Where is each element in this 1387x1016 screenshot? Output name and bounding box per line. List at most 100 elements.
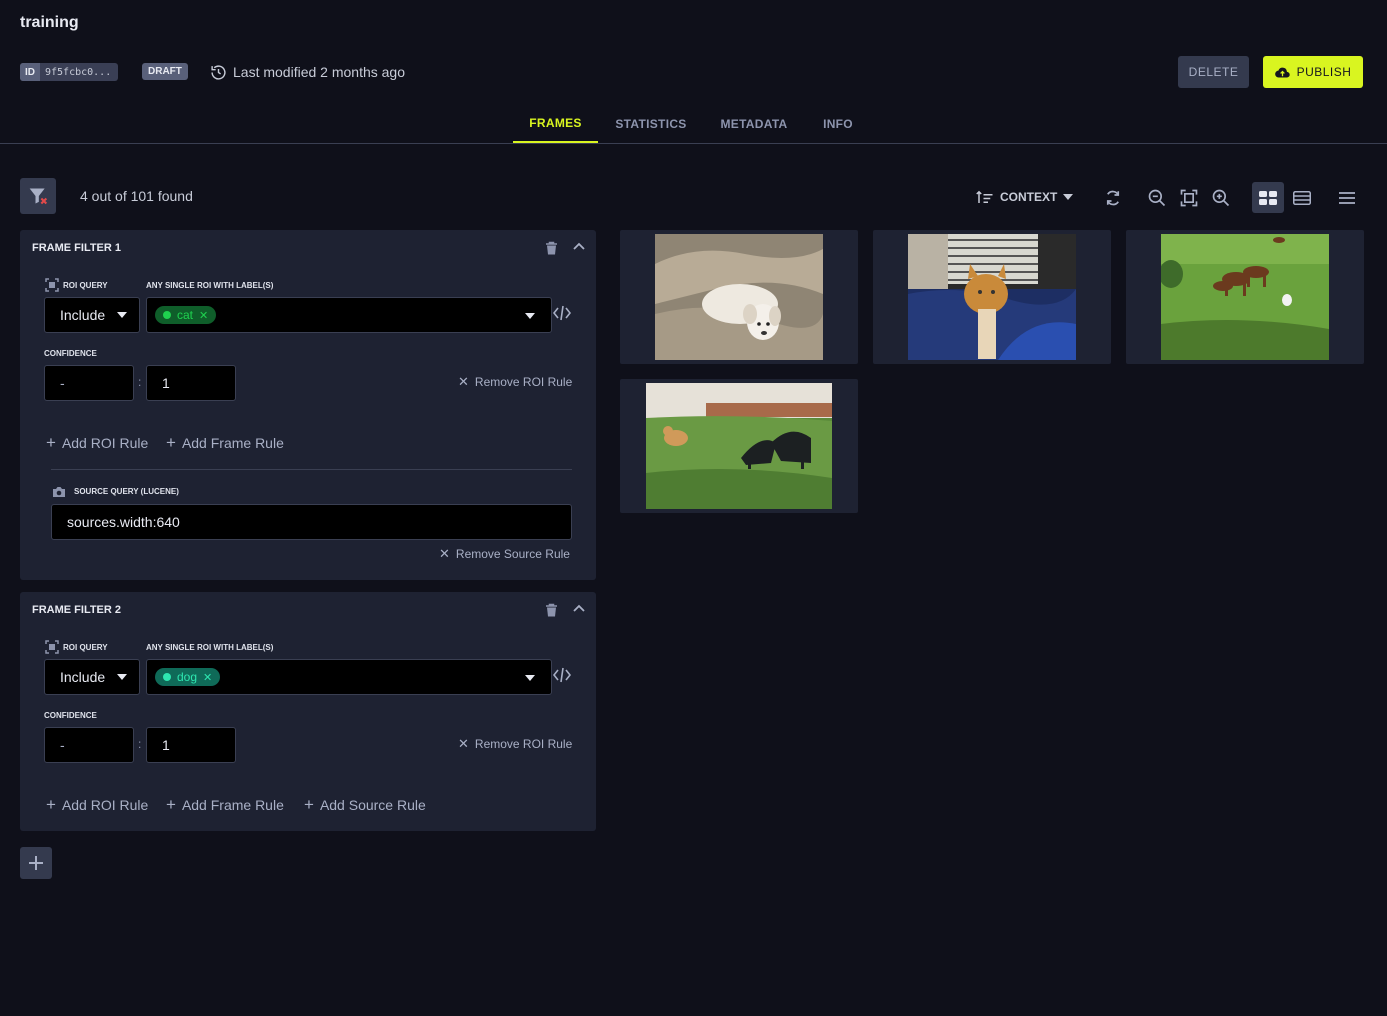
remove-roi-button[interactable]: ✕ Remove ROI Rule bbox=[458, 374, 572, 390]
frame-filter-2: FRAME FILTER 2 ROI QUERY ANY SINGLE ROI … bbox=[20, 592, 596, 831]
thumbnail-2[interactable] bbox=[873, 230, 1111, 364]
zoom-out-icon bbox=[1148, 189, 1166, 207]
include-select[interactable]: Include bbox=[44, 297, 140, 333]
caret-down-icon bbox=[117, 674, 128, 680]
confidence-min-input[interactable]: - bbox=[44, 365, 134, 401]
caret-down-icon bbox=[525, 313, 535, 319]
roi-query-label: ROI QUERY bbox=[63, 643, 108, 652]
tab-metadata[interactable]: METADATA bbox=[715, 104, 793, 144]
plus-icon: + bbox=[46, 433, 56, 452]
frame-filter-1: FRAME FILTER 1 ROI QUERY ANY SINGLE ROI … bbox=[20, 230, 596, 580]
confidence-max-input[interactable]: 1 bbox=[146, 365, 236, 401]
label-chip-dog[interactable]: dog ✕ bbox=[155, 668, 221, 686]
label-select[interactable]: cat ✕ bbox=[146, 297, 552, 333]
chip-remove-icon[interactable]: ✕ bbox=[203, 671, 212, 684]
roi-query-icon bbox=[45, 278, 59, 292]
include-value: Include bbox=[60, 669, 106, 685]
range-separator: : bbox=[138, 737, 142, 751]
confidence-min-input[interactable]: - bbox=[44, 727, 134, 763]
divider bbox=[51, 469, 572, 470]
refresh-icon bbox=[1106, 190, 1120, 206]
camera-icon bbox=[53, 487, 65, 497]
tab-frames[interactable]: FRAMES bbox=[513, 104, 598, 144]
include-value: Include bbox=[60, 307, 106, 323]
trash-icon[interactable] bbox=[545, 603, 558, 617]
confidence-label: CONFIDENCE bbox=[44, 711, 97, 720]
image-horses bbox=[1161, 234, 1329, 360]
add-frame-label: Add Frame Rule bbox=[181, 435, 284, 451]
tabs-divider bbox=[0, 143, 1387, 144]
thumbnail-4[interactable] bbox=[620, 379, 858, 513]
chip-label: dog bbox=[177, 670, 198, 684]
id-value: 9f5fcbc0... bbox=[45, 66, 112, 78]
plus-icon: + bbox=[304, 795, 314, 814]
delete-button[interactable]: DELETE bbox=[1178, 56, 1249, 88]
filter-clear-icon bbox=[29, 188, 48, 205]
list-view-icon bbox=[1339, 192, 1355, 204]
page-title: training bbox=[20, 14, 79, 31]
chevron-up-icon[interactable] bbox=[573, 242, 585, 250]
add-roi-label: Add ROI Rule bbox=[61, 797, 149, 813]
id-label: ID bbox=[20, 63, 40, 81]
plus-icon bbox=[29, 856, 43, 870]
range-separator: : bbox=[138, 375, 142, 389]
add-frame-rule-button[interactable]: + Add Frame Rule bbox=[166, 795, 284, 815]
table-view-button[interactable] bbox=[1287, 184, 1317, 212]
include-select[interactable]: Include bbox=[44, 659, 140, 695]
add-source-rule-button[interactable]: + Add Source Rule bbox=[304, 795, 426, 815]
zoom-in-button[interactable] bbox=[1206, 184, 1236, 212]
refresh-button[interactable] bbox=[1098, 184, 1128, 212]
remove-source-button[interactable]: ✕ Remove Source Rule bbox=[439, 546, 570, 562]
confidence-max-input[interactable]: 1 bbox=[146, 727, 236, 763]
plus-icon: + bbox=[166, 795, 176, 814]
add-roi-rule-button[interactable]: + Add ROI Rule bbox=[46, 433, 148, 453]
table-view-icon bbox=[1293, 191, 1311, 205]
trash-icon[interactable] bbox=[545, 241, 558, 255]
add-roi-rule-button[interactable]: + Add ROI Rule bbox=[46, 795, 148, 815]
remove-roi-label: Remove ROI Rule bbox=[474, 737, 573, 751]
chip-remove-icon[interactable]: ✕ bbox=[199, 309, 208, 322]
close-icon: ✕ bbox=[439, 546, 450, 561]
last-modified-text: Last modified 2 months ago bbox=[233, 64, 405, 80]
label-chip-cat[interactable]: cat ✕ bbox=[155, 306, 217, 324]
caret-down-icon bbox=[525, 675, 535, 681]
thumbnail-3[interactable] bbox=[1126, 230, 1364, 364]
caret-down-icon bbox=[117, 312, 128, 318]
code-icon[interactable] bbox=[553, 305, 571, 321]
close-icon: ✕ bbox=[458, 736, 469, 751]
close-icon: ✕ bbox=[458, 374, 469, 389]
add-roi-label: Add ROI Rule bbox=[61, 435, 149, 451]
filter-title: FRAME FILTER 2 bbox=[32, 604, 122, 616]
chip-label: cat bbox=[177, 308, 194, 322]
sort-icon bbox=[976, 190, 993, 203]
chip-dot bbox=[163, 673, 171, 681]
remove-roi-button[interactable]: ✕ Remove ROI Rule bbox=[458, 736, 572, 752]
labels-label: ANY SINGLE ROI WITH LABEL(S) bbox=[146, 643, 274, 652]
label-select[interactable]: dog ✕ bbox=[146, 659, 552, 695]
chevron-up-icon[interactable] bbox=[573, 604, 585, 612]
remove-roi-label: Remove ROI Rule bbox=[474, 375, 573, 389]
list-view-button[interactable] bbox=[1332, 184, 1362, 212]
thumbnail-1[interactable] bbox=[620, 230, 858, 364]
add-frame-rule-button[interactable]: + Add Frame Rule bbox=[166, 433, 284, 453]
zoom-out-button[interactable] bbox=[1142, 184, 1172, 212]
cloud-upload-icon bbox=[1274, 67, 1290, 78]
id-badge[interactable]: ID 9f5fcbc0... bbox=[20, 63, 118, 81]
caret-down-icon bbox=[1063, 194, 1074, 200]
history-icon bbox=[211, 64, 226, 80]
grid-view-button[interactable] bbox=[1252, 182, 1284, 213]
add-filter-button[interactable] bbox=[20, 847, 52, 879]
clear-filter-button[interactable] bbox=[20, 178, 56, 214]
remove-source-label: Remove Source Rule bbox=[455, 547, 570, 561]
code-icon[interactable] bbox=[553, 667, 571, 683]
sort-dropdown[interactable]: CONTEXT bbox=[976, 186, 1074, 208]
publish-button[interactable]: PUBLISH bbox=[1263, 56, 1363, 88]
roi-query-icon bbox=[45, 640, 59, 654]
last-modified: Last modified 2 months ago bbox=[210, 62, 405, 82]
tab-info[interactable]: INFO bbox=[816, 104, 860, 144]
tab-statistics[interactable]: STATISTICS bbox=[610, 104, 692, 144]
fit-button[interactable] bbox=[1174, 184, 1204, 212]
source-query-input[interactable]: sources.width:640 bbox=[51, 504, 572, 540]
add-frame-label: Add Frame Rule bbox=[181, 797, 284, 813]
status-badge: DRAFT bbox=[142, 63, 188, 80]
